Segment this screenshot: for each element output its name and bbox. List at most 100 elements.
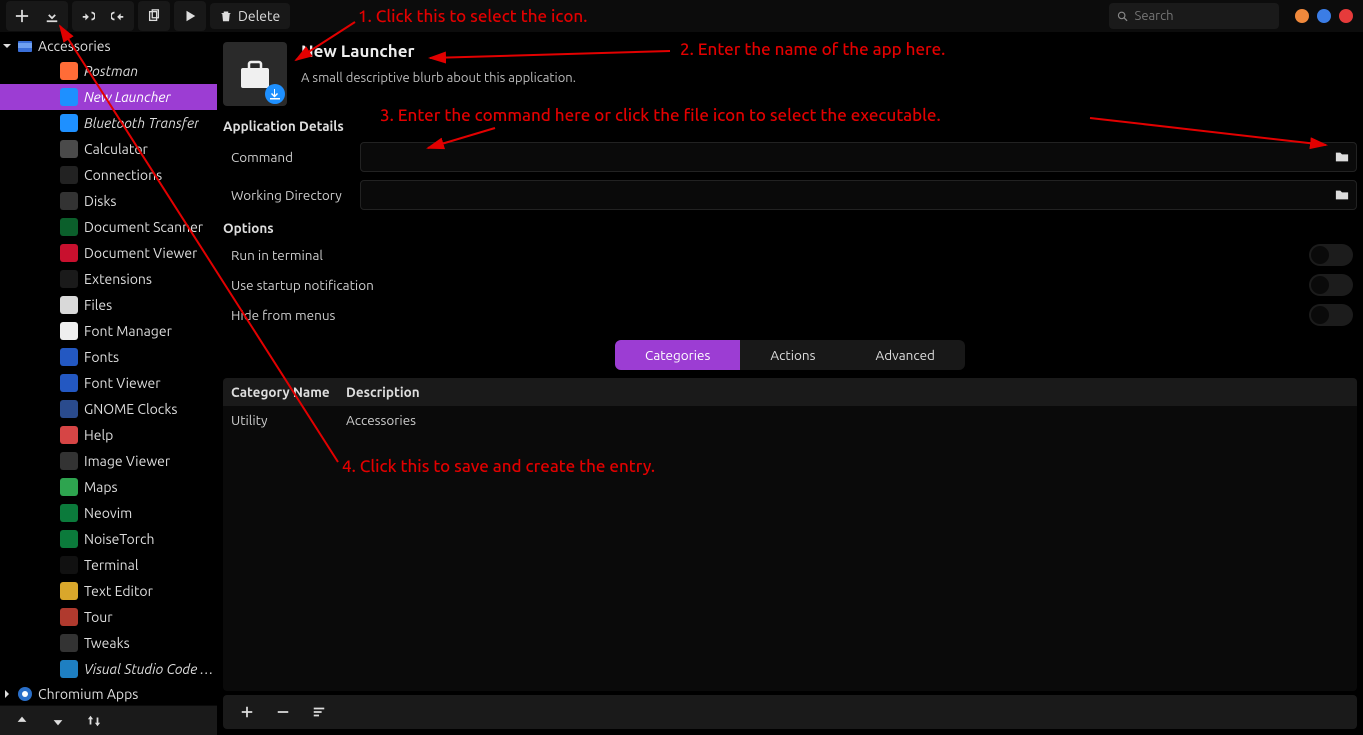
sidebar-item[interactable]: Font Manager — [0, 318, 217, 344]
table-body[interactable]: UtilityAccessories — [223, 406, 1357, 691]
command-input[interactable] — [361, 150, 1328, 164]
window-controls — [1295, 9, 1353, 23]
categories-table: Category Name Description UtilityAccesso… — [223, 378, 1357, 691]
command-label: Command — [223, 149, 348, 165]
app-icon — [60, 400, 78, 418]
window-max-icon[interactable] — [1317, 9, 1331, 23]
sidebar-item-label: GNOME Clocks — [84, 401, 177, 417]
search-box[interactable] — [1109, 3, 1279, 29]
sidebar-item[interactable]: Visual Studio Code … — [0, 656, 217, 682]
app-icon — [60, 634, 78, 652]
app-icon — [60, 192, 78, 210]
launcher-icon-picker[interactable] — [223, 42, 287, 106]
sidebar-item[interactable]: Neovim — [0, 500, 217, 526]
app-icon — [60, 270, 78, 288]
sidebar-item-label: Terminal — [84, 557, 139, 573]
tab-categories[interactable]: Categories — [615, 340, 740, 370]
sidebar-item[interactable]: Calculator — [0, 136, 217, 162]
search-icon — [1117, 10, 1129, 23]
sidebar-item-label: Maps — [84, 479, 118, 495]
category-label: Accessories — [38, 38, 111, 54]
add-category-button[interactable] — [231, 699, 263, 725]
launcher-title[interactable]: New Launcher — [301, 42, 576, 61]
sidebar-item-label: Neovim — [84, 505, 132, 521]
move-down-button[interactable] — [42, 709, 74, 733]
sidebar-item[interactable]: Disks — [0, 188, 217, 214]
search-input[interactable] — [1135, 9, 1271, 23]
sidebar-item[interactable]: Help — [0, 422, 217, 448]
copy-button[interactable] — [140, 3, 168, 29]
sidebar-item[interactable]: Tweaks — [0, 630, 217, 656]
sidebar-item[interactable]: Fonts — [0, 344, 217, 370]
sidebar-item[interactable]: Terminal — [0, 552, 217, 578]
caret-down-icon — [2, 41, 12, 51]
sort-button[interactable] — [78, 709, 110, 733]
sidebar-item-label: Text Editor — [84, 583, 153, 599]
category-accessories[interactable]: Accessories — [0, 34, 217, 58]
remove-category-button[interactable] — [267, 699, 299, 725]
redo-button[interactable] — [104, 3, 132, 29]
sidebar-item[interactable]: Bluetooth Transfer — [0, 110, 217, 136]
sidebar-item[interactable]: NoiseTorch — [0, 526, 217, 552]
sidebar-item[interactable]: Maps — [0, 474, 217, 500]
app-icon — [60, 452, 78, 470]
opt-terminal-toggle[interactable] — [1309, 244, 1353, 266]
app-icon — [60, 608, 78, 626]
delete-button[interactable]: Delete — [210, 3, 290, 29]
move-up-button[interactable] — [6, 709, 38, 733]
col-category: Category Name — [223, 378, 338, 406]
category-label: Chromium Apps — [38, 686, 138, 702]
sidebar-item[interactable]: Document Viewer — [0, 240, 217, 266]
run-button[interactable] — [176, 3, 204, 29]
sidebar-item[interactable]: Postman — [0, 58, 217, 84]
app-icon — [60, 478, 78, 496]
top-toolbar: Delete — [0, 0, 1363, 32]
sidebar-item[interactable]: Files — [0, 292, 217, 318]
sidebar-item[interactable]: Image Viewer — [0, 448, 217, 474]
tabs: Categories Actions Advanced — [615, 340, 965, 370]
sidebar-item[interactable]: Font Viewer — [0, 370, 217, 396]
app-icon — [60, 218, 78, 236]
folder-icon — [16, 37, 34, 55]
launcher-description[interactable]: A small descriptive blurb about this app… — [301, 71, 576, 85]
sidebar-item-label: NoiseTorch — [84, 531, 155, 547]
app-icon — [60, 426, 78, 444]
opt-hide-toggle[interactable] — [1309, 304, 1353, 326]
command-browse-button[interactable] — [1328, 143, 1356, 171]
sidebar-item[interactable]: Tour — [0, 604, 217, 630]
sidebar-footer — [0, 705, 217, 735]
app-tree[interactable]: Accessories PostmanNew Launcher Bluetooth… — [0, 32, 217, 705]
sidebar-item[interactable]: Connections — [0, 162, 217, 188]
sidebar-item-label: Calculator — [84, 141, 148, 157]
undo-button[interactable] — [74, 3, 102, 29]
app-icon — [60, 504, 78, 522]
opt-startup-toggle[interactable] — [1309, 274, 1353, 296]
app-icon — [60, 556, 78, 574]
sidebar-item-label: Extensions — [84, 271, 152, 287]
tab-actions[interactable]: Actions — [740, 340, 845, 370]
sidebar-item[interactable]: New Launcher — [0, 84, 217, 110]
sidebar-item[interactable]: Document Scanner — [0, 214, 217, 240]
sidebar-item-label: Tweaks — [84, 635, 130, 651]
window-close-icon[interactable] — [1339, 9, 1353, 23]
opt-hide-label: Hide from menus — [231, 307, 335, 323]
app-icon — [60, 582, 78, 600]
save-button[interactable] — [38, 3, 66, 29]
new-button[interactable] — [8, 3, 36, 29]
sidebar-item[interactable]: GNOME Clocks — [0, 396, 217, 422]
sidebar-item[interactable]: Extensions — [0, 266, 217, 292]
cell-category: Utility — [223, 406, 338, 434]
category-chromium[interactable]: Chromium Apps — [0, 682, 217, 705]
sidebar: Accessories PostmanNew Launcher Bluetooth… — [0, 32, 217, 735]
workdir-browse-button[interactable] — [1328, 181, 1356, 209]
table-row[interactable]: UtilityAccessories — [223, 406, 1357, 434]
workdir-input[interactable] — [361, 188, 1328, 202]
sidebar-item[interactable]: Text Editor — [0, 578, 217, 604]
window-min-icon[interactable] — [1295, 9, 1309, 23]
tab-advanced[interactable]: Advanced — [845, 340, 964, 370]
app-icon — [60, 244, 78, 262]
sidebar-item-label: Document Viewer — [84, 245, 197, 261]
sidebar-item-label: Bluetooth Transfer — [84, 115, 199, 131]
opt-terminal-label: Run in terminal — [231, 247, 323, 263]
clear-category-button[interactable] — [303, 699, 335, 725]
